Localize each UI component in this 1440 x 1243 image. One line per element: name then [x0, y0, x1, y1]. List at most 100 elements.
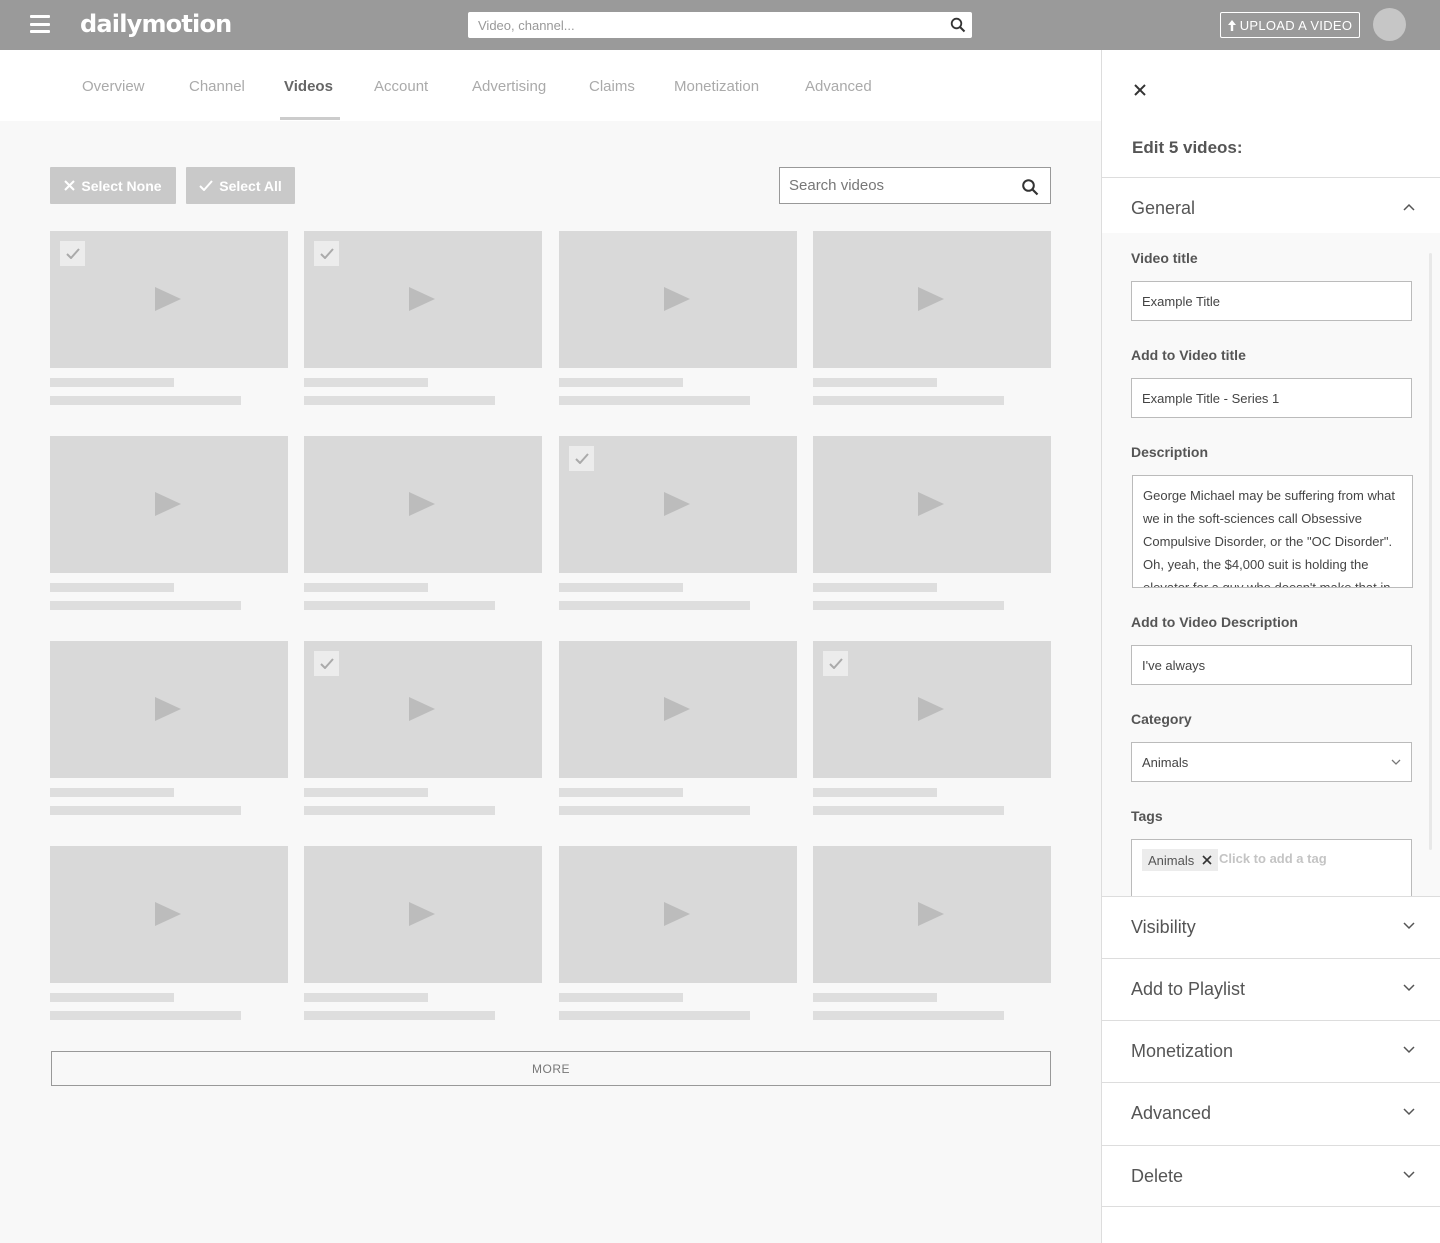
- tab-account[interactable]: Account: [374, 78, 428, 95]
- video-card[interactable]: [813, 231, 1051, 409]
- video-thumbnail[interactable]: [559, 846, 797, 983]
- title-placeholder: [813, 788, 937, 797]
- global-search-input[interactable]: [468, 12, 938, 38]
- tab-videos[interactable]: Videos: [284, 78, 333, 95]
- play-icon: [918, 902, 944, 926]
- tab-claims[interactable]: Claims: [589, 78, 635, 95]
- video-thumbnail[interactable]: [813, 231, 1051, 368]
- more-button[interactable]: MORE: [51, 1051, 1051, 1086]
- video-thumbnail[interactable]: [50, 846, 288, 983]
- video-card[interactable]: [559, 846, 797, 1024]
- play-icon: [918, 697, 944, 721]
- video-thumbnail[interactable]: [559, 231, 797, 368]
- add-description-field[interactable]: I've always: [1131, 645, 1412, 685]
- close-icon: [64, 180, 76, 191]
- video-thumbnail[interactable]: [304, 231, 542, 368]
- video-card[interactable]: [50, 436, 288, 614]
- section-visibility[interactable]: Visibility: [1102, 896, 1440, 958]
- video-card[interactable]: [813, 641, 1051, 819]
- title-placeholder: [304, 583, 428, 592]
- selected-checkbox-icon[interactable]: [314, 241, 339, 266]
- video-card[interactable]: [559, 436, 797, 614]
- description-field[interactable]: George Michael may be suffering from wha…: [1132, 475, 1413, 588]
- tag-input-placeholder[interactable]: Click to add a tag: [1219, 851, 1327, 866]
- close-icon[interactable]: [1132, 82, 1148, 98]
- play-icon: [664, 902, 690, 926]
- title-placeholder: [559, 583, 683, 592]
- video-thumbnail[interactable]: [304, 846, 542, 983]
- video-thumbnail[interactable]: [813, 846, 1051, 983]
- tab-advertising[interactable]: Advertising: [472, 78, 546, 95]
- title-placeholder: [559, 788, 683, 797]
- video-card[interactable]: [50, 231, 288, 409]
- add-title-field[interactable]: Example Title - Series 1: [1131, 378, 1412, 418]
- chevron-up-icon: [1403, 203, 1415, 211]
- video-card[interactable]: [50, 846, 288, 1024]
- select-none-button[interactable]: Select None: [50, 167, 176, 204]
- video-card[interactable]: [559, 641, 797, 819]
- selected-checkbox-icon[interactable]: [823, 651, 848, 676]
- video-card[interactable]: [559, 231, 797, 409]
- meta-placeholder: [559, 1011, 750, 1020]
- top-bar: dailymotion UPLOAD A VIDEO: [0, 0, 1440, 50]
- video-search-input[interactable]: [780, 168, 1010, 203]
- video-card[interactable]: [304, 641, 542, 819]
- selected-checkbox-icon[interactable]: [60, 241, 85, 266]
- video-card[interactable]: [813, 436, 1051, 614]
- video-thumbnail[interactable]: [50, 641, 288, 778]
- video-thumbnail[interactable]: [813, 641, 1051, 778]
- category-label: Category: [1131, 711, 1192, 727]
- logo[interactable]: dailymotion: [80, 10, 232, 38]
- select-all-button[interactable]: Select All: [186, 167, 295, 204]
- section-add-to-playlist[interactable]: Add to Playlist: [1102, 958, 1440, 1020]
- video-thumbnail[interactable]: [304, 436, 542, 573]
- video-thumbnail[interactable]: [50, 436, 288, 573]
- video-thumbnail[interactable]: [304, 641, 542, 778]
- global-search: [468, 12, 972, 38]
- video-thumbnail[interactable]: [559, 641, 797, 778]
- tags-field[interactable]: Animals Click to add a tag: [1131, 839, 1412, 896]
- tab-monetization[interactable]: Monetization: [674, 78, 759, 95]
- video-thumbnail[interactable]: [813, 436, 1051, 573]
- section-advanced[interactable]: Advanced: [1102, 1082, 1440, 1144]
- panel-scrollbar[interactable]: [1429, 253, 1432, 850]
- title-placeholder: [559, 993, 683, 1002]
- section-monetization[interactable]: Monetization: [1102, 1020, 1440, 1082]
- title-placeholder: [50, 583, 174, 592]
- remove-tag-icon[interactable]: [1202, 855, 1212, 865]
- video-card[interactable]: [304, 436, 542, 614]
- title-placeholder: [50, 993, 174, 1002]
- section-delete[interactable]: Delete: [1102, 1145, 1440, 1207]
- title-placeholder: [813, 993, 937, 1002]
- active-tab-indicator: [280, 117, 340, 120]
- meta-placeholder: [813, 1011, 1004, 1020]
- tab-advanced[interactable]: Advanced: [805, 78, 872, 95]
- search-icon[interactable]: [950, 17, 966, 33]
- meta-placeholder: [559, 806, 750, 815]
- video-card[interactable]: [50, 641, 288, 819]
- add-description-label: Add to Video Description: [1131, 614, 1298, 630]
- play-icon: [918, 492, 944, 516]
- video-title-field[interactable]: Example Title: [1131, 281, 1412, 321]
- selected-checkbox-icon[interactable]: [314, 651, 339, 676]
- chevron-down-icon: [1403, 1171, 1415, 1179]
- search-icon[interactable]: [1021, 178, 1039, 196]
- meta-placeholder: [50, 601, 241, 610]
- tab-overview[interactable]: Overview: [82, 78, 145, 95]
- play-icon: [155, 902, 181, 926]
- description-label: Description: [1131, 444, 1209, 460]
- video-card[interactable]: [813, 846, 1051, 1024]
- upload-video-button[interactable]: UPLOAD A VIDEO: [1220, 12, 1360, 38]
- tab-channel[interactable]: Channel: [189, 78, 245, 95]
- video-card[interactable]: [304, 231, 542, 409]
- category-select[interactable]: Animals: [1131, 742, 1412, 782]
- hamburger-menu-icon[interactable]: [30, 15, 50, 33]
- tags-label: Tags: [1131, 808, 1163, 824]
- video-thumbnail[interactable]: [559, 436, 797, 573]
- selected-checkbox-icon[interactable]: [569, 446, 594, 471]
- avatar[interactable]: [1373, 8, 1406, 41]
- section-monetization-label: Monetization: [1131, 1041, 1234, 1061]
- video-card[interactable]: [304, 846, 542, 1024]
- section-general[interactable]: General: [1102, 177, 1440, 239]
- video-thumbnail[interactable]: [50, 231, 288, 368]
